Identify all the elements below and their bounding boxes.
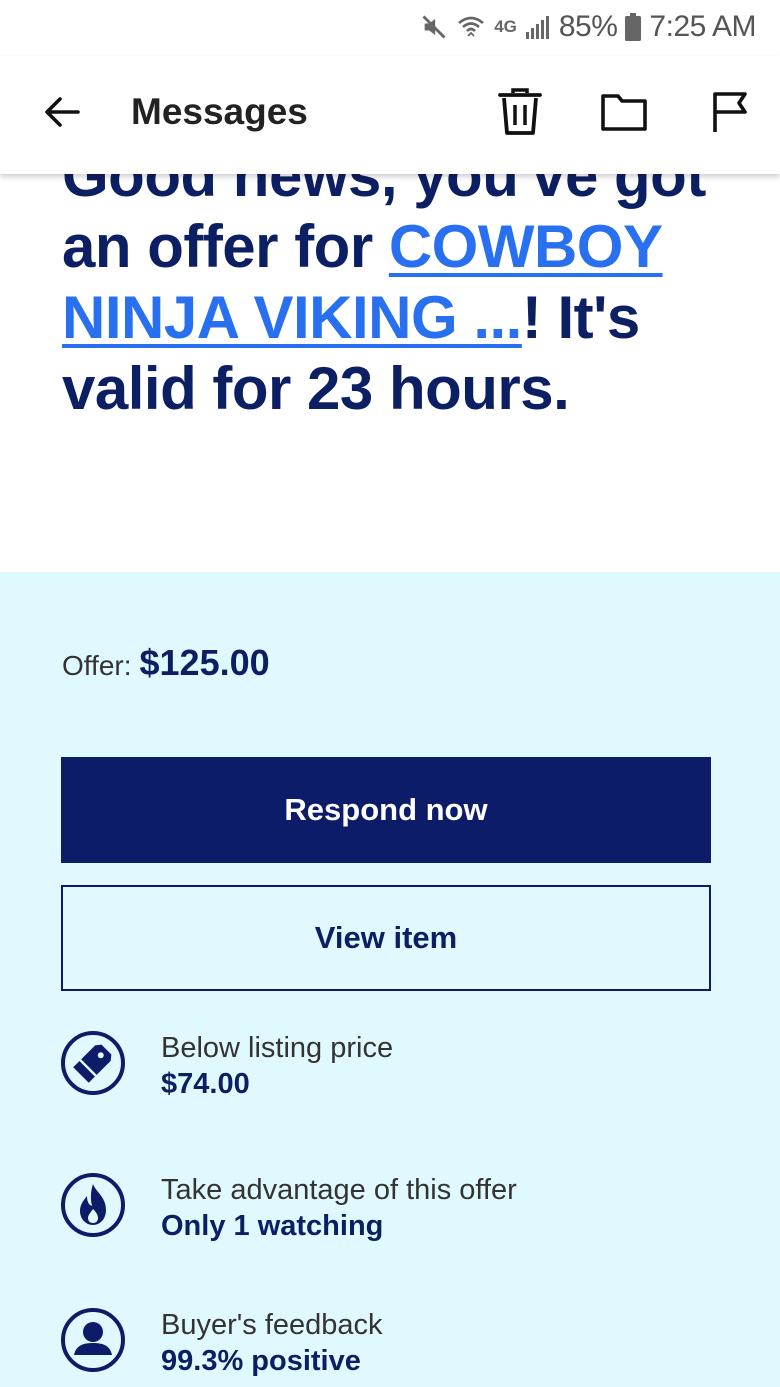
info-value: Only 1 watching: [161, 1210, 384, 1242]
mute-icon: [420, 13, 448, 41]
offer-panel: Offer: $125.00 Respond now View item Bel…: [0, 572, 780, 1387]
info-value: 99.3% positive: [161, 1345, 361, 1377]
info-row-listing-price: Below listing price $74.00: [60, 1030, 740, 1110]
offer-label: Offer:: [62, 650, 132, 681]
info-label: Take advantage of this offer: [161, 1174, 517, 1206]
wifi-icon: [456, 13, 486, 41]
offer-headline: Good news, you've got an offer for COWBO…: [62, 140, 742, 424]
flag-button[interactable]: [701, 84, 757, 140]
flame-icon: [61, 1173, 125, 1237]
folder-icon: [601, 94, 647, 131]
network-4g-icon: 4G: [494, 17, 517, 36]
status-indicators: 4G 85% 7:25 AM: [420, 10, 756, 44]
info-label: Buyer's feedback: [161, 1309, 383, 1341]
battery-icon: [625, 13, 642, 41]
flag-icon: [713, 92, 747, 132]
app-bar: Messages: [0, 56, 780, 174]
view-item-button[interactable]: View item: [61, 885, 711, 991]
offer-amount: $125.00: [139, 642, 270, 683]
page-title: Messages: [131, 91, 308, 132]
signal-icon: [525, 14, 551, 40]
trash-icon: [498, 88, 542, 135]
arrow-left-icon: [45, 97, 80, 127]
move-to-folder-button[interactable]: [596, 84, 652, 140]
info-label: Below listing price: [161, 1032, 394, 1064]
info-text: Take advantage of this offer Only 1 watc…: [161, 1172, 517, 1244]
info-value: $74.00: [161, 1068, 250, 1100]
clock: 7:25 AM: [649, 10, 756, 43]
status-bar: 4G 85% 7:25 AM: [0, 0, 780, 56]
battery-percent: 85%: [558, 10, 618, 43]
info-row-buyer-feedback: Buyer's feedback 99.3% positive: [60, 1307, 740, 1387]
person-icon: [61, 1308, 125, 1372]
info-text: Below listing price $74.00: [161, 1030, 393, 1102]
info-row-watching: Take advantage of this offer Only 1 watc…: [60, 1172, 740, 1252]
back-button[interactable]: [36, 86, 88, 138]
respond-now-button[interactable]: Respond now: [61, 757, 711, 863]
price-tag-icon: [61, 1031, 125, 1095]
info-text: Buyer's feedback 99.3% positive: [161, 1307, 383, 1379]
offer-line: Offer: $125.00: [62, 642, 270, 684]
delete-button[interactable]: [492, 84, 548, 140]
